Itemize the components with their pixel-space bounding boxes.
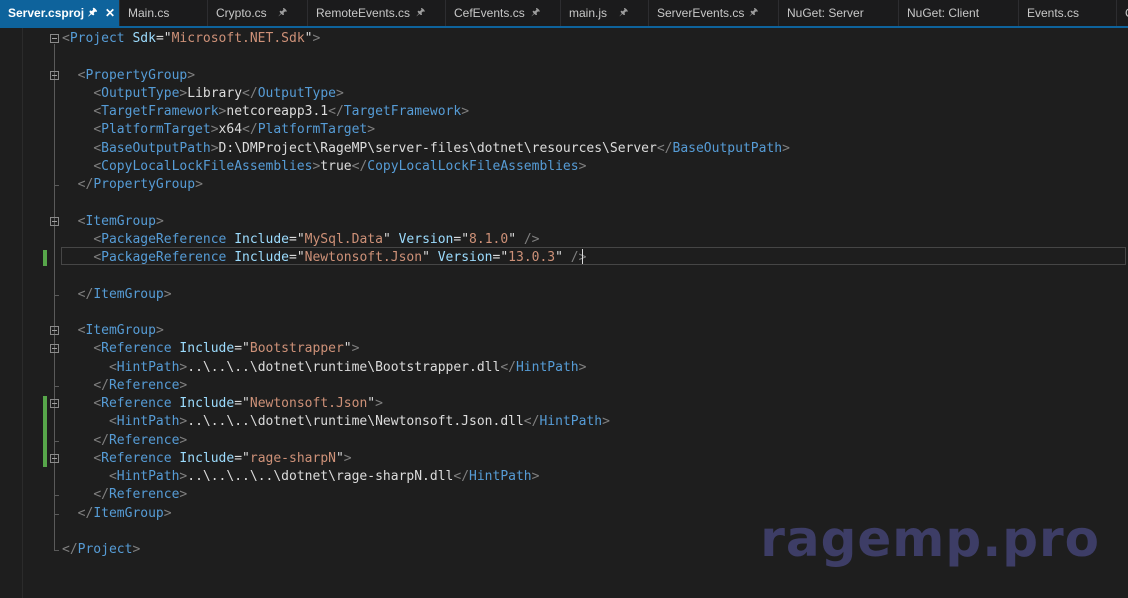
- fold-guide-end: [54, 185, 59, 186]
- code-line[interactable]: <Reference Include="rage-sharpN">: [62, 450, 351, 468]
- tab-label: Events.cs: [1027, 6, 1080, 20]
- tab-events-cs[interactable]: Events.cs: [1019, 0, 1117, 26]
- fold-collapse-icon[interactable]: [50, 453, 59, 463]
- code-line[interactable]: </Project>: [62, 541, 140, 559]
- editor-gutter: [0, 28, 23, 598]
- tab-nuget-client[interactable]: NuGet: Client: [899, 0, 1019, 26]
- change-marker: [43, 250, 47, 267]
- tab-label: Main.cs: [128, 6, 170, 20]
- tab-remoteevents-cs[interactable]: RemoteEvents.cs 🖈︎: [308, 0, 446, 26]
- fold-guide: [54, 80, 55, 185]
- code-line[interactable]: </Reference>: [62, 377, 187, 395]
- code-line[interactable]: <CopyLocalLockFileAssemblies>true</CopyL…: [62, 158, 586, 176]
- change-marker: [43, 396, 47, 467]
- code-line[interactable]: <PlatformTarget>x64</PlatformTarget>: [62, 121, 375, 139]
- tab-main-cs[interactable]: Main.cs: [120, 0, 208, 26]
- tab-label: Server.csproj: [8, 6, 85, 20]
- tab-label: ServerEvents.cs: [657, 6, 745, 20]
- fold-guide-end: [54, 495, 59, 497]
- code-line[interactable]: <OutputType>Library</OutputType>: [62, 85, 344, 103]
- pin-icon[interactable]: 🖈︎: [531, 0, 540, 26]
- fold-guide-end: [54, 294, 59, 296]
- code-line[interactable]: </Reference>: [62, 486, 187, 504]
- close-icon[interactable]: ✕: [105, 0, 115, 26]
- tab-server-csproj[interactable]: Server.csproj 🖈︎ ✕: [0, 0, 120, 26]
- code-line[interactable]: <PackageReference Include="MySql.Data" V…: [62, 231, 539, 249]
- code-line[interactable]: <HintPath>..\..\..\dotnet\runtime\Newton…: [62, 413, 610, 431]
- fold-guide: [54, 354, 55, 386]
- tab-label: main.js: [569, 6, 608, 20]
- tab-nuget-server[interactable]: NuGet: Server: [779, 0, 899, 26]
- code-line[interactable]: <Reference Include="Newtonsoft.Json">: [62, 395, 383, 413]
- tab-label: NuGet: Client: [907, 6, 980, 20]
- document-tab-bar: Server.csproj 🖈︎ ✕ Main.cs Crypto.cs 🖈︎ …: [0, 0, 1128, 28]
- code-line[interactable]: <HintPath>..\..\..\..\dotnet\rage-sharpN…: [62, 468, 540, 486]
- pin-icon[interactable]: 🖈︎: [88, 0, 97, 26]
- code-line[interactable]: <ItemGroup>: [62, 213, 164, 231]
- fold-guide: [54, 226, 55, 295]
- code-line[interactable]: <Reference Include="Bootstrapper">: [62, 340, 359, 358]
- fold-guide-end: [54, 513, 59, 515]
- fold-collapse-icon[interactable]: [50, 326, 59, 335]
- code-line[interactable]: <ItemGroup>: [62, 322, 164, 340]
- fold-guide: [54, 409, 55, 441]
- code-line[interactable]: <PropertyGroup>: [62, 67, 195, 85]
- fold-guide-end: [54, 385, 59, 387]
- tab-label: NuGet: Server: [787, 6, 864, 20]
- tab-crypto-cs[interactable]: Crypto.cs 🖈︎: [208, 0, 308, 26]
- fold-guide-end: [54, 440, 59, 442]
- text-caret: [582, 249, 583, 264]
- fold-collapse-icon[interactable]: [50, 34, 59, 43]
- fold-guide-end: [54, 550, 59, 551]
- code-line[interactable]: <PackageReference Include="Newtonsoft.Js…: [62, 249, 586, 267]
- pin-icon[interactable]: 🖈︎: [619, 0, 628, 26]
- code-editor[interactable]: <Project Sdk="Microsoft.NET.Sdk"> <Prope…: [0, 28, 1128, 598]
- tab-serverevents-cs[interactable]: ServerEvents.cs 🖈︎: [649, 0, 779, 26]
- fold-collapse-icon[interactable]: [50, 70, 59, 80]
- fold-collapse-icon[interactable]: [50, 399, 59, 408]
- fold-collapse-icon[interactable]: [50, 216, 59, 226]
- code-line[interactable]: </PropertyGroup>: [62, 176, 203, 194]
- pin-icon[interactable]: 🖈︎: [278, 0, 287, 26]
- code-line[interactable]: </ItemGroup>: [62, 286, 172, 304]
- code-line[interactable]: <Project Sdk="Microsoft.NET.Sdk">: [62, 30, 320, 48]
- pin-icon[interactable]: 🖈︎: [416, 0, 425, 26]
- code-line[interactable]: </Reference>: [62, 432, 187, 450]
- fold-collapse-icon[interactable]: [50, 344, 59, 354]
- code-line[interactable]: <BaseOutputPath>D:\DMProject\RageMP\serv…: [62, 140, 790, 158]
- pin-icon[interactable]: 🖈︎: [749, 0, 758, 26]
- tab-label: RemoteEvents.cs: [316, 6, 411, 20]
- code-line[interactable]: </ItemGroup>: [62, 505, 172, 523]
- code-line[interactable]: <HintPath>..\..\..\dotnet\runtime\Bootst…: [62, 359, 586, 377]
- tab-cefevents-cs[interactable]: CefEvents.cs 🖈︎: [446, 0, 561, 26]
- code-line[interactable]: <TargetFramework>netcoreapp3.1</TargetFr…: [62, 103, 469, 121]
- tab-main-js[interactable]: main.js 🖈︎: [561, 0, 649, 26]
- watermark: ragemp.pro: [760, 510, 1100, 568]
- fold-guide: [54, 463, 55, 496]
- tab-overflow[interactable]: C: [1117, 0, 1128, 26]
- tab-label: Crypto.cs: [216, 6, 267, 20]
- tab-label: CefEvents.cs: [454, 6, 525, 20]
